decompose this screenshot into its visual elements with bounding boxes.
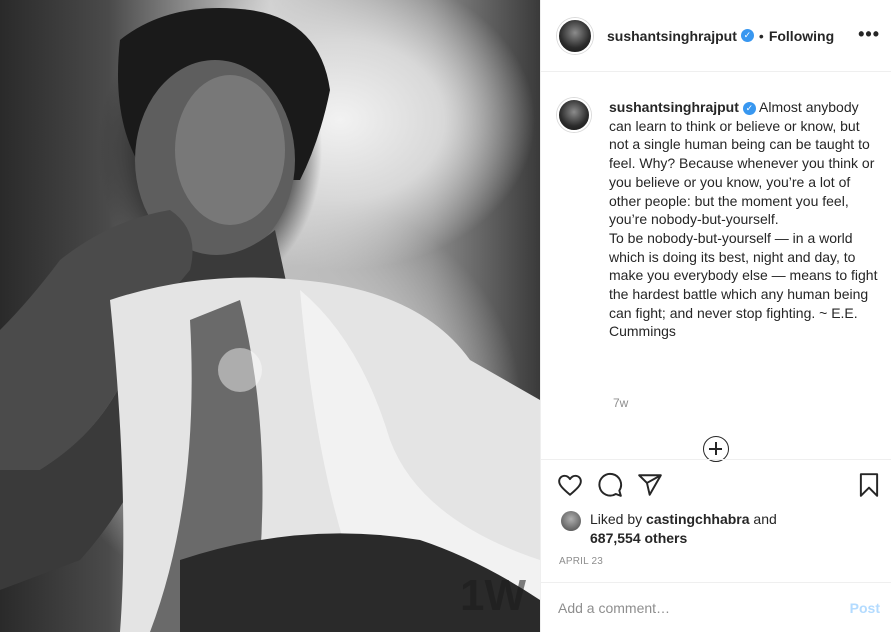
separator-dot: • bbox=[758, 27, 764, 44]
post-date[interactable]: APRIL 23 bbox=[559, 556, 603, 567]
photo-watermark: 1W bbox=[460, 571, 526, 620]
author-avatar[interactable] bbox=[557, 17, 593, 54]
verified-badge-icon: ✓ bbox=[742, 101, 756, 115]
post-time[interactable]: 7w bbox=[613, 396, 628, 410]
portrait-image: 1W bbox=[0, 8, 540, 632]
heart-icon[interactable] bbox=[557, 472, 583, 498]
post-header: sushantsinghrajput ✓ • Following ••• bbox=[541, 0, 891, 72]
caption-avatar[interactable] bbox=[557, 98, 591, 132]
caption-text: Almost anybody can learn to think or bel… bbox=[609, 99, 878, 340]
caption: sushantsinghrajput ✓ Almost anybody can l… bbox=[557, 98, 882, 341]
bookmark-icon[interactable] bbox=[856, 472, 882, 498]
liked-by-prefix: Liked by bbox=[590, 511, 647, 527]
liked-by-user[interactable]: castingchhabra bbox=[646, 511, 749, 527]
post-panel: sushantsinghrajput ✓ • Following ••• sus… bbox=[540, 0, 891, 632]
verified-badge-icon: ✓ bbox=[740, 29, 754, 42]
likes-text: Liked by castingchhabra and 687,554 othe… bbox=[590, 510, 777, 547]
others-count[interactable]: 687,554 others bbox=[590, 530, 687, 546]
caption-username[interactable]: sushantsinghrajput bbox=[609, 99, 739, 115]
liker-avatar[interactable] bbox=[561, 511, 581, 531]
liked-by-and: and bbox=[749, 511, 777, 527]
post-comment-button[interactable]: Post bbox=[850, 600, 880, 616]
actions-section: Liked by castingchhabra and 687,554 othe… bbox=[541, 459, 891, 632]
likes-summary: Liked by castingchhabra and 687,554 othe… bbox=[561, 510, 777, 547]
comment-bar: Post bbox=[541, 582, 891, 632]
comment-input[interactable] bbox=[558, 600, 850, 616]
caption-body: sushantsinghrajput ✓ Almost anybody can l… bbox=[609, 98, 879, 341]
paper-plane-icon[interactable] bbox=[637, 472, 663, 498]
author-username[interactable]: sushantsinghrajput bbox=[607, 28, 737, 44]
action-icons bbox=[557, 472, 663, 498]
following-button[interactable]: Following bbox=[769, 28, 834, 44]
post-photo[interactable]: 1W bbox=[0, 0, 540, 632]
more-options-icon[interactable]: ••• bbox=[858, 24, 880, 45]
comment-icon[interactable] bbox=[597, 472, 623, 498]
